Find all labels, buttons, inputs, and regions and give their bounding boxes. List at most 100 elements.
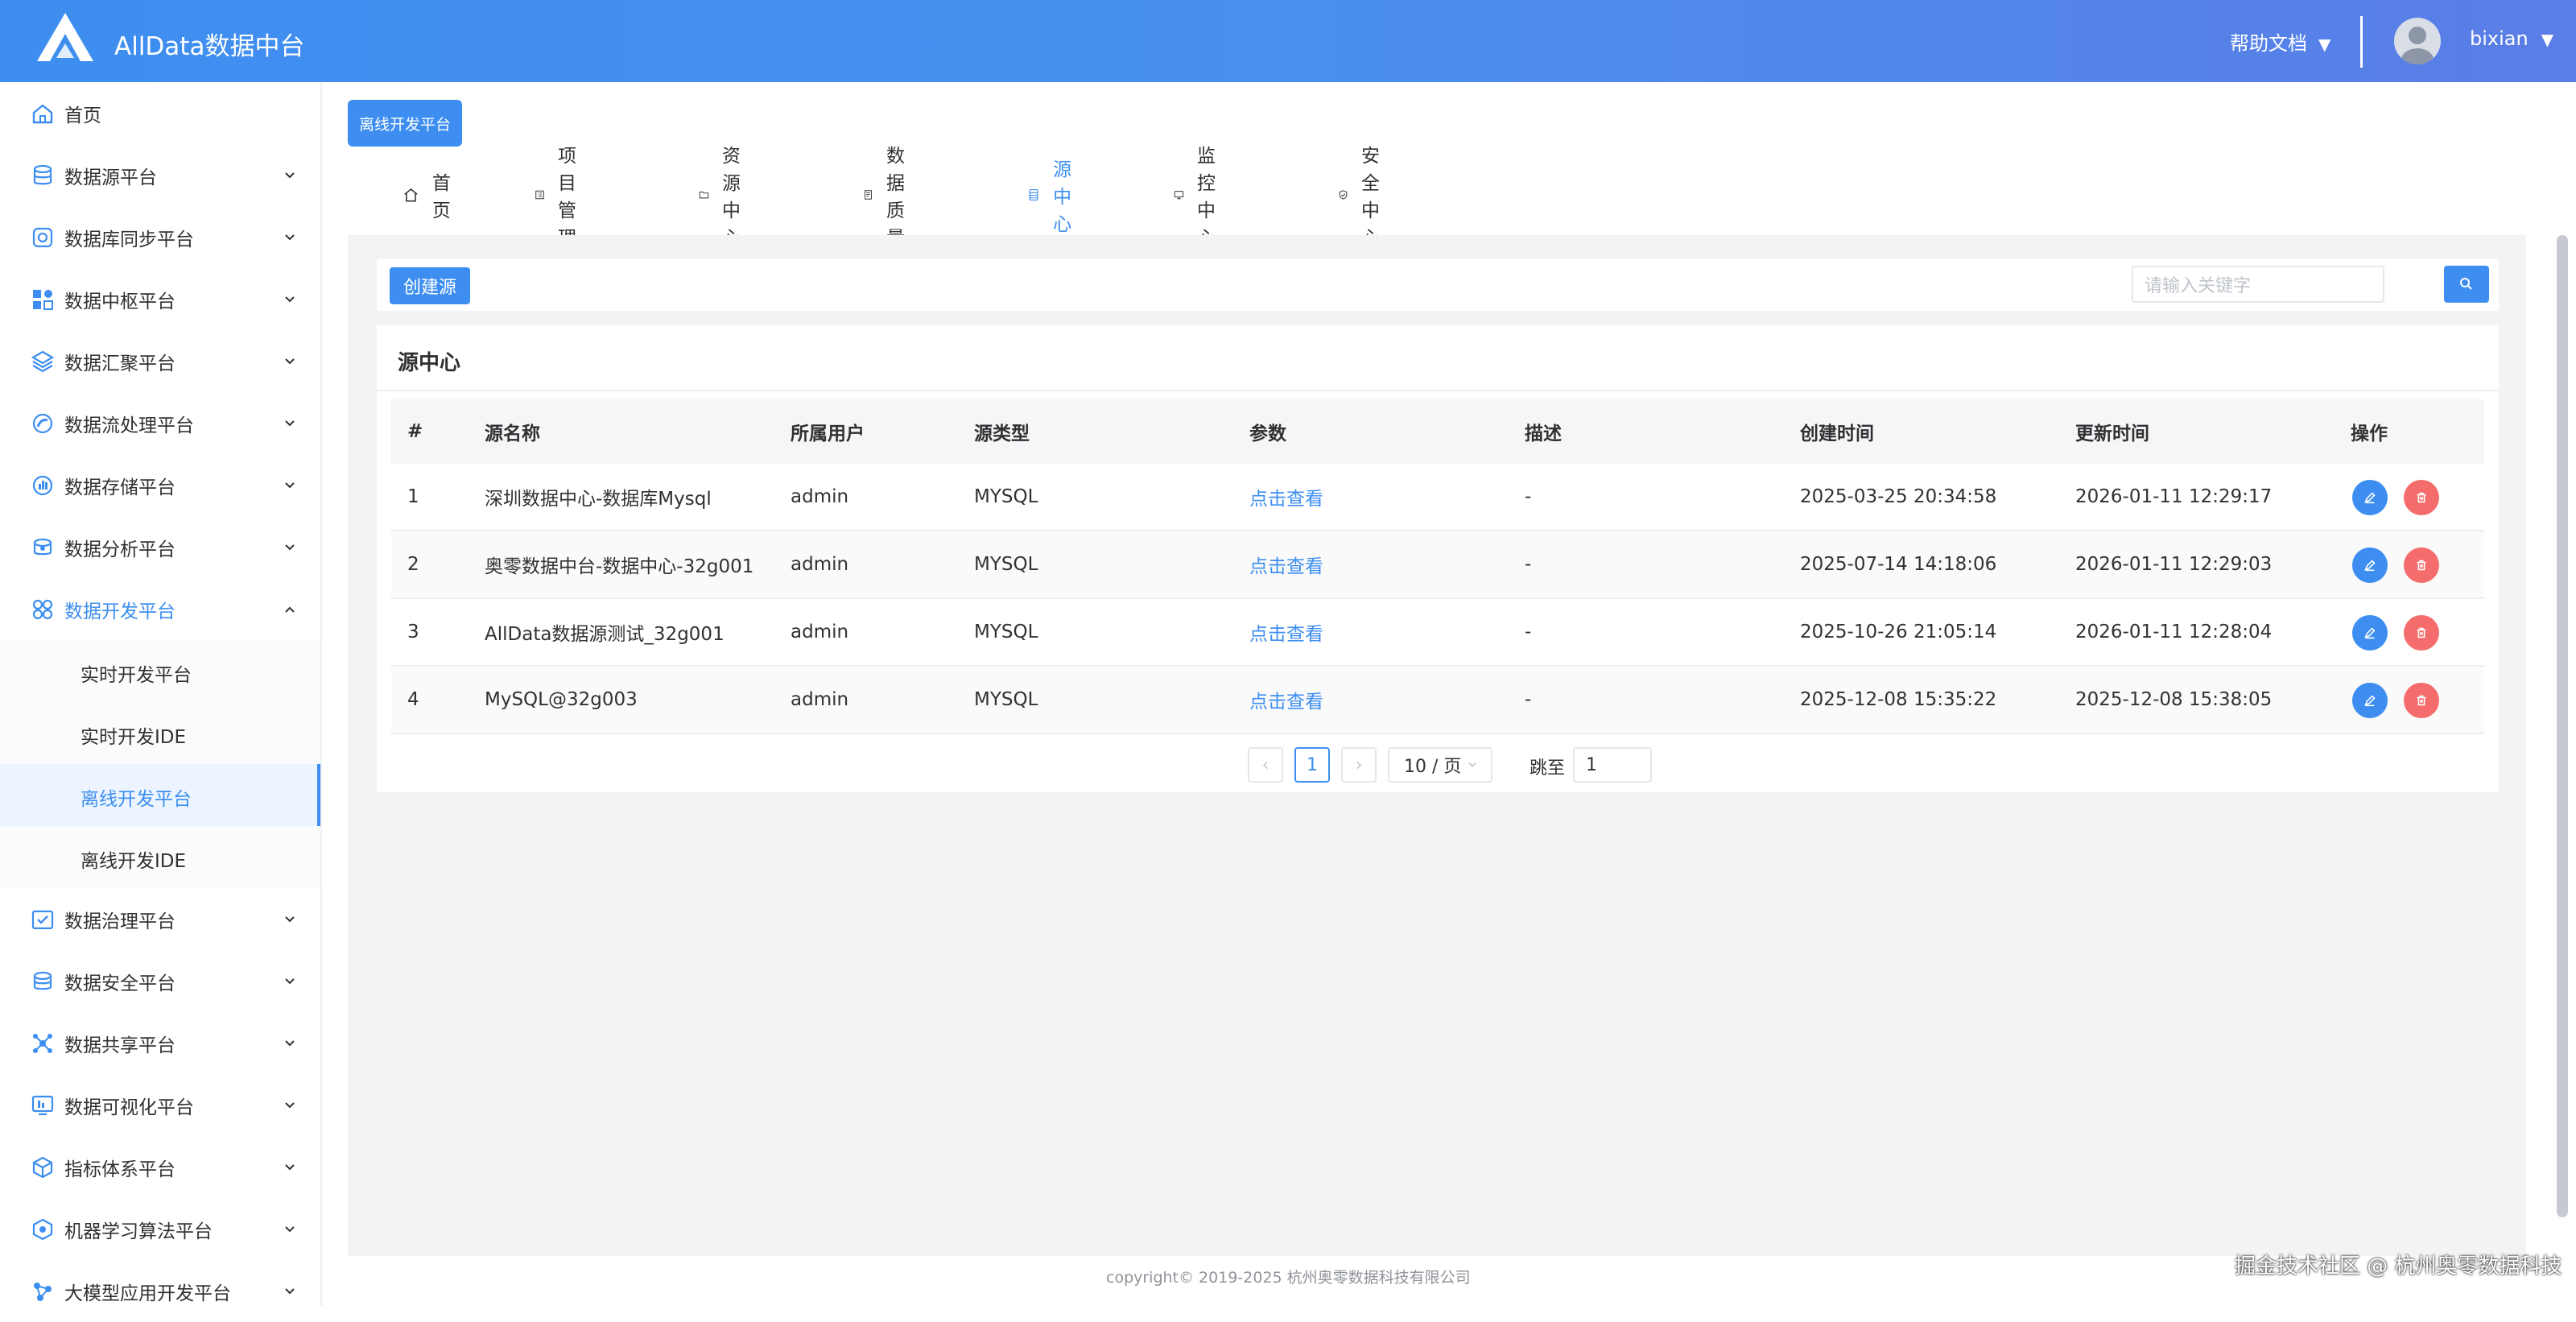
tab-project-management[interactable]: 项目管理 [535,146,590,249]
table-row[interactable]: 2 奥零数据中台-数据中心-32g001 admin MYSQL 点击查看 - … [391,531,2484,599]
sidebar-item-label: 指标体系平台 [64,1159,175,1180]
sidebar-item-llm[interactable]: 大模型应用开发平台 [0,1260,322,1322]
cell-source-type: MYSQL [974,554,1038,575]
sidebar-item-label: 数据分析平台 [64,539,175,560]
cell-source-type: MYSQL [974,486,1038,507]
cell-source-type: MYSQL [974,689,1038,710]
tab-label: 项目管理 [558,146,577,249]
sidebar-item-label: 数据库同步平台 [64,229,194,250]
edit-icon [2364,627,2376,639]
cell-description: - [1525,622,1532,642]
column-header: 源名称 [485,423,540,444]
sidebar-item-storage[interactable]: 数据存储平台 [0,454,322,516]
table-row[interactable]: 1 深圳数据中心-数据库Mysql admin MYSQL 点击查看 - 202… [391,464,2484,531]
table-row[interactable]: 3 AllData数据源测试_32g001 admin MYSQL 点击查看 -… [391,599,2484,667]
sidebar-item-security[interactable]: 数据安全平台 [0,950,322,1012]
sidebar-item-label: 数据存储平台 [64,477,175,498]
edit-button[interactable] [2352,615,2388,651]
column-header: # [407,421,423,442]
edit-button[interactable] [2352,683,2388,718]
alldata-logo-icon[interactable] [35,11,95,64]
monitor-icon [1174,191,1184,200]
user-avatar-icon[interactable] [2394,18,2441,64]
create-source-button[interactable]: 创建源 [390,267,470,304]
edit-button[interactable] [2352,547,2388,583]
table-header: # 源名称 所属用户 源类型 参数 描述 创建时间 更新时间 操作 [391,399,2484,464]
sidebar-item-label: 数据中枢平台 [64,291,175,312]
vertical-scrollbar[interactable] [2557,235,2568,1217]
tab-resource-center[interactable]: 资源中心 [699,146,754,249]
sidebar-subitem-offline-platform[interactable]: 离线开发平台 [0,764,320,826]
sidebar-item-share[interactable]: 数据共享平台 [0,1012,322,1074]
sidebar-subitem-realtime-platform[interactable]: 实时开发平台 [0,640,320,702]
sidebar-item-home[interactable]: 首页 [0,82,322,144]
cell-created-time: 2025-07-14 14:18:06 [1800,554,1997,575]
delete-button[interactable] [2404,683,2439,718]
view-params-link[interactable]: 点击查看 [1249,667,1323,733]
source-center-card: 源中心 # 源名称 所属用户 源类型 参数 描述 创建时间 更新时间 操作 1 [377,325,2499,792]
page-size-select[interactable]: 10 / 页 [1388,747,1492,783]
edit-button[interactable] [2352,480,2388,515]
help-docs-menu[interactable]: 帮助文档 ▼ [2230,27,2330,56]
chevron-down-icon [285,1039,295,1046]
sync-icon [32,227,53,247]
toolbar: 创建源 请输入关键字 [377,259,2499,311]
sidebar-item-label: 首页 [64,105,101,126]
sidebar-item-governance[interactable]: 数据治理平台 [0,888,322,950]
cell-created-time: 2025-03-25 20:34:58 [1800,486,1997,507]
sidebar-subitem-label: 离线开发IDE [80,851,187,872]
layers-icon [31,350,55,372]
search-input[interactable]: 请输入关键字 [2132,266,2384,303]
trash-icon [2417,695,2426,706]
view-params-link[interactable]: 点击查看 [1249,531,1323,597]
chevron-down-icon [285,915,295,922]
user-menu[interactable]: bixian ▼ [2470,27,2553,50]
sidebar-item-analysis[interactable]: 数据分析平台 [0,516,322,578]
sidebar-item-machine-learning[interactable]: 机器学习算法平台 [0,1198,322,1260]
main-content: 离线开发平台 首页 项目管理 资源中心 数据质量 源中心 监控中心 安全中心 [322,82,2568,1306]
column-header: 源类型 [974,423,1030,444]
page-number-button[interactable]: 1 [1294,747,1330,783]
chevron-down-icon [285,1225,295,1232]
cell-source-name: 奥零数据中台-数据中心-32g001 [485,556,754,577]
delete-button[interactable] [2404,480,2439,515]
next-page-button[interactable]: › [1341,747,1377,783]
sidebar-item-metrics[interactable]: 指标体系平台 [0,1136,322,1198]
pagination: ‹ 1 › 10 / 页 跳至 1 [377,744,2499,783]
cell-source-name: 深圳数据中心-数据库Mysql [485,489,712,510]
tab-home[interactable]: 首页 [402,171,458,221]
tag-offline-platform[interactable]: 离线开发平台 [348,100,462,147]
sidebar-item-stream[interactable]: 数据流处理平台 [0,392,322,454]
cell-owner: admin [791,554,849,575]
cell-updated-time: 2026-01-11 12:28:04 [2075,622,2273,642]
tab-security-center[interactable]: 安全中心 [1338,146,1393,249]
sidebar-item-data-hub[interactable]: 数据中枢平台 [0,268,322,330]
database-icon [33,164,52,184]
search-button[interactable] [2444,266,2489,303]
chevron-up-icon [285,606,295,613]
governance-icon [31,910,54,929]
sidebar-item-db-sync[interactable]: 数据库同步平台 [0,206,322,268]
jump-to-input[interactable]: 1 [1573,747,1652,783]
chevron-down-icon [285,295,295,302]
delete-button[interactable] [2404,547,2439,583]
tab-monitor-center[interactable]: 监控中心 [1174,146,1229,249]
chevron-down-icon [285,419,295,426]
prev-page-button[interactable]: ‹ [1248,747,1283,783]
view-params-link[interactable]: 点击查看 [1249,599,1323,665]
cell-owner: admin [791,486,849,507]
sidebar-item-visualization[interactable]: 数据可视化平台 [0,1074,322,1136]
tab-source-center[interactable]: 源中心 [1027,159,1083,235]
sidebar-subitem-offline-ide[interactable]: 离线开发IDE [0,826,320,888]
tab-data-quality[interactable]: 数据质量 [863,146,919,249]
sidebar-item-data-collect[interactable]: 数据汇聚平台 [0,330,322,392]
sidebar-item-datasource[interactable]: 数据源平台 [0,144,322,206]
app-title: AllData数据中台 [114,32,305,61]
edit-icon [2364,492,2376,504]
delete-button[interactable] [2404,615,2439,651]
column-header: 操作 [2351,423,2388,444]
sidebar-subitem-realtime-ide[interactable]: 实时开发IDE [0,702,320,764]
table-row[interactable]: 4 MySQL@32g003 admin MYSQL 点击查看 - 2025-1… [391,667,2484,734]
view-params-link[interactable]: 点击查看 [1249,464,1323,530]
sidebar-item-data-dev[interactable]: 数据开发平台 [0,578,322,640]
